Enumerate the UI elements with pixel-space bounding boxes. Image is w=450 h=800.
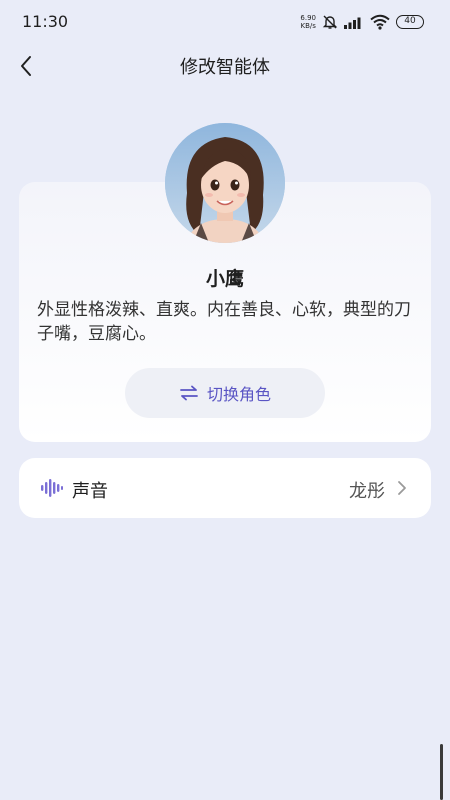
scrollbar[interactable] — [440, 744, 443, 800]
chevron-right-icon — [398, 481, 406, 495]
battery-icon: 40 — [396, 15, 424, 29]
agent-description: 外显性格泼辣、直爽。内在善良、心软，典型的刀子嘴，豆腐心。 — [37, 300, 411, 344]
voice-value: 龙彤 — [349, 481, 385, 502]
signal-icon — [344, 17, 361, 29]
agent-name: 小鹰 — [205, 268, 244, 290]
avatar-image — [165, 123, 285, 243]
status-time: 11:30 — [22, 12, 69, 31]
sound-wave-icon — [41, 479, 63, 497]
network-speed-unit: KB/s — [300, 22, 316, 30]
header: 修改智能体 — [0, 44, 450, 88]
voice-label: 声音 — [72, 481, 108, 502]
network-speed: 6.90 KB/s — [300, 14, 316, 30]
swap-arrows-icon — [180, 385, 198, 401]
wifi-icon — [370, 14, 390, 30]
switch-role-button[interactable]: 切换角色 — [125, 368, 325, 418]
voice-setting-row[interactable]: 声音 龙彤 — [19, 458, 431, 518]
page-title: 修改智能体 — [180, 57, 270, 78]
status-icons: 6.90 KB/s 40 — [300, 12, 424, 32]
status-bar: 11:30 6.90 KB/s 40 — [0, 0, 450, 44]
switch-role-label: 切换角色 — [206, 385, 271, 404]
avatar — [165, 123, 285, 243]
mute-bell-icon — [322, 15, 338, 29]
network-speed-value: 6.90 — [300, 14, 316, 22]
